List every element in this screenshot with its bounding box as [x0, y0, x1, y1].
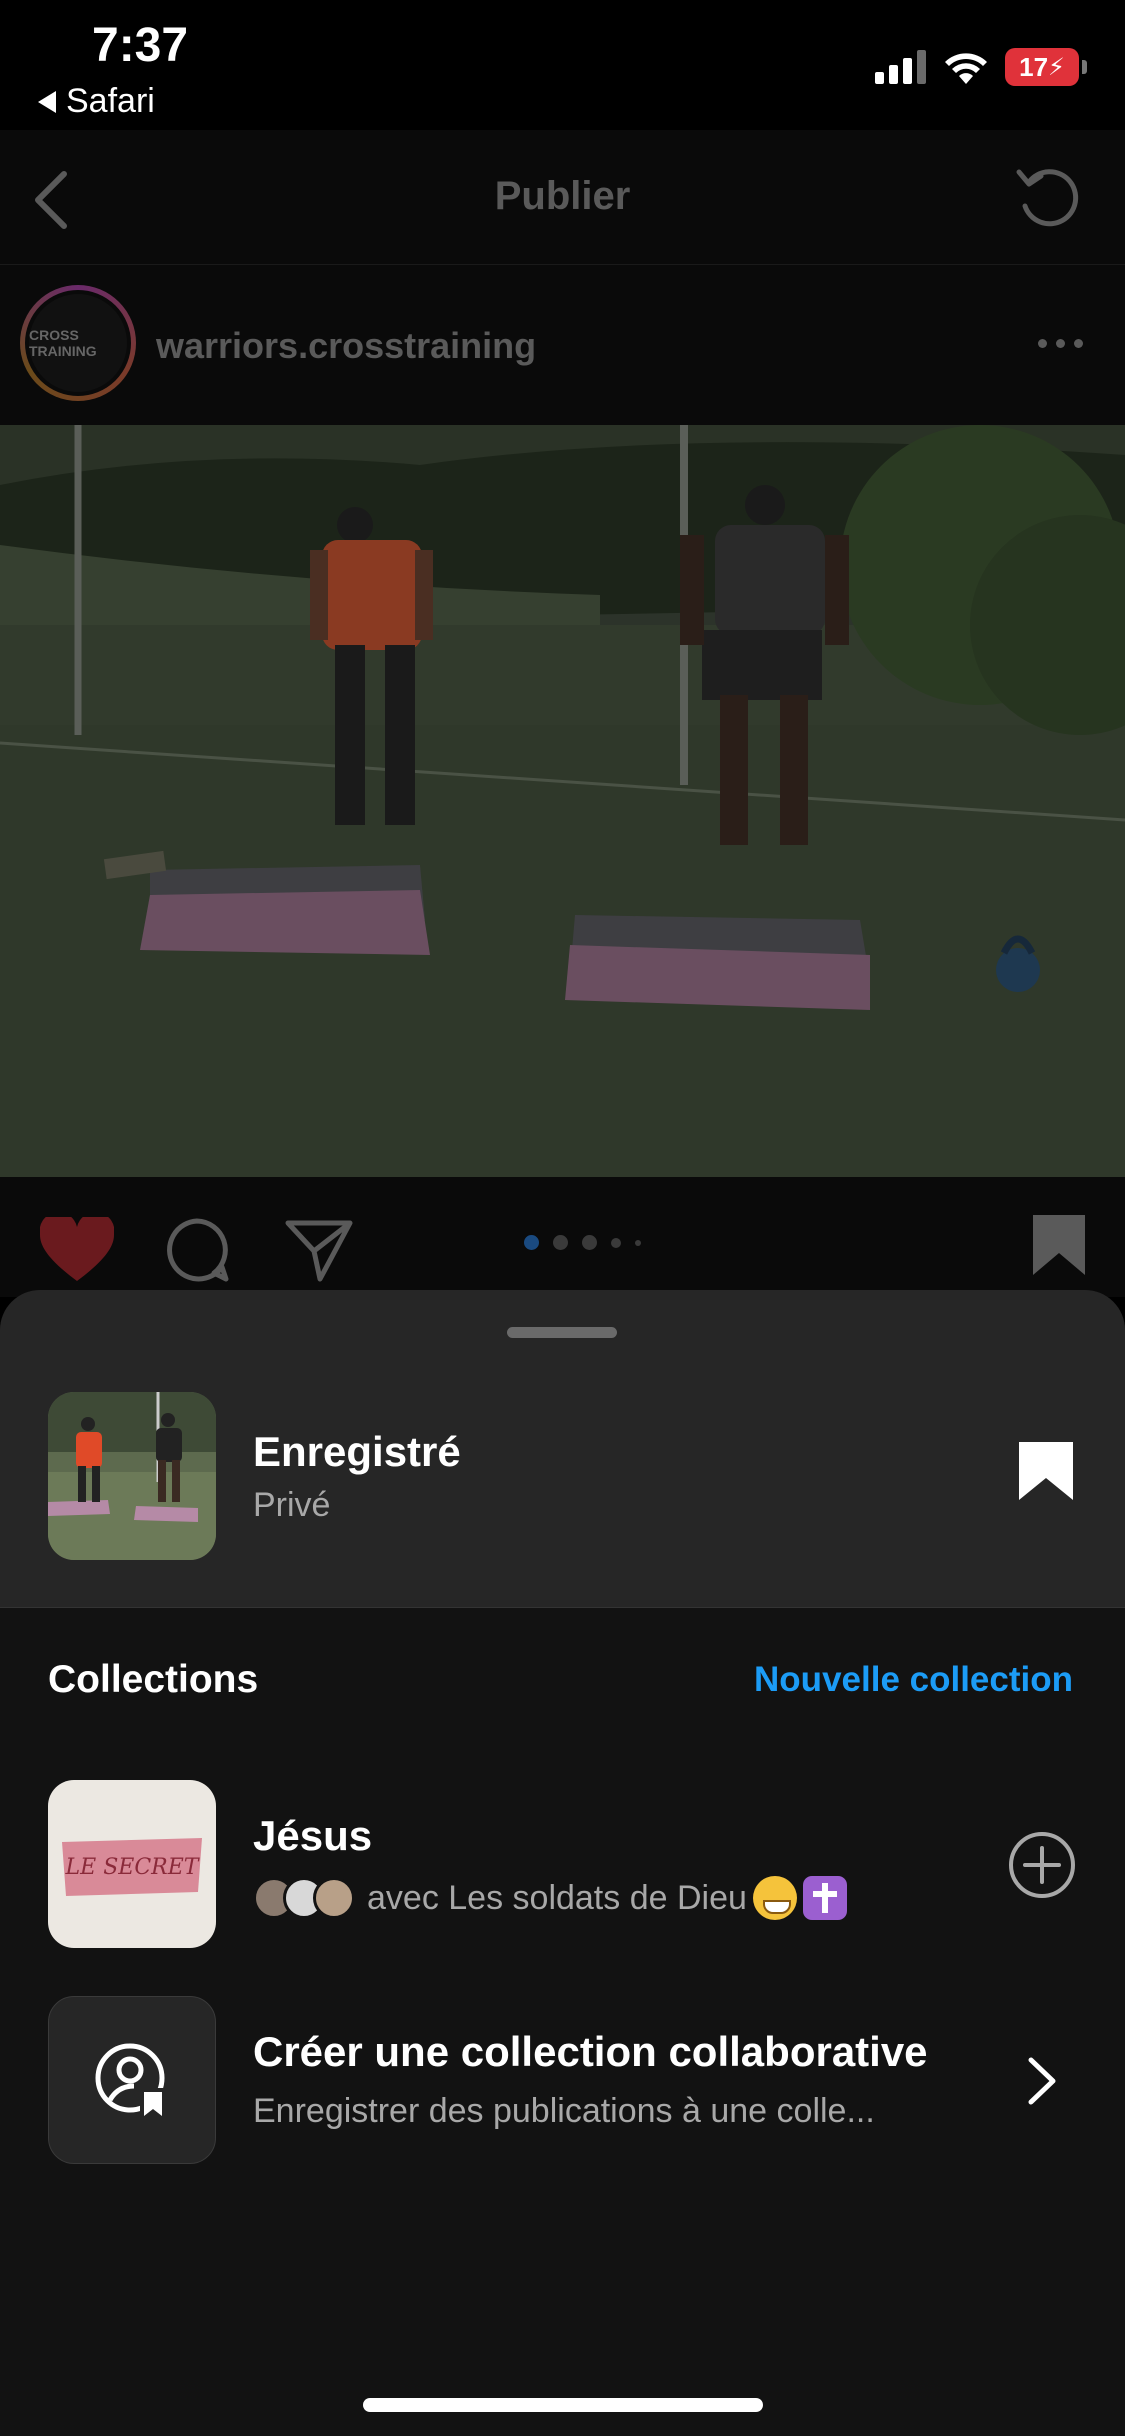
collection-thumb-text: LE SECRET [65, 1855, 201, 1880]
post-header: CROSS TRAINING warriors.crosstraining [0, 265, 1125, 425]
page-title: Publier [494, 174, 631, 218]
carousel-dot-3 [582, 1235, 597, 1250]
home-indicator[interactable] [363, 2398, 763, 2412]
comment-icon[interactable] [162, 1215, 232, 1285]
avatar-logo: CROSS TRAINING [25, 290, 131, 396]
collection-subtitle-line: avec Les soldats de Dieu [253, 1876, 847, 1920]
post-action-bar [0, 1177, 1125, 1297]
carousel-dot-5 [635, 1239, 641, 1246]
chevron-right-icon[interactable] [1025, 2054, 1059, 2108]
back-triangle-icon [38, 90, 56, 113]
collection-row[interactable]: LE SECRET Jésus avec Les soldats de Dieu [0, 1780, 1125, 1950]
charging-bolt-icon: ⚡ [1048, 53, 1065, 81]
collab-subtitle: Enregistrer des publications à une colle… [253, 2092, 875, 2130]
status-time: 7:37 [92, 19, 189, 72]
battery-indicator: 17 ⚡ [1005, 48, 1087, 86]
more-options-icon[interactable] [1038, 339, 1083, 348]
post-photo-scene [0, 425, 1125, 1177]
saved-privacy-label: Privé [253, 1486, 331, 1524]
heart-icon[interactable] [40, 1217, 114, 1283]
person-bookmark-icon [95, 2043, 166, 2118]
collaborator-avatar [313, 1877, 355, 1919]
new-collection-link[interactable]: Nouvelle collection [754, 1660, 1073, 1700]
status-icons: 17 ⚡ [875, 48, 1087, 86]
bookmark-filled-icon[interactable] [1017, 1440, 1075, 1502]
collab-title: Créer une collection collaborative [253, 2028, 928, 2075]
cellular-signal-icon [875, 50, 926, 84]
battery-level: 17 [1019, 51, 1049, 82]
post-username[interactable]: warriors.crosstraining [156, 325, 536, 367]
saved-post-thumbnail [48, 1392, 216, 1560]
wifi-icon [945, 53, 987, 84]
collection-subtitle: avec Les soldats de Dieu [367, 1878, 747, 1917]
carousel-dot-4 [611, 1237, 621, 1248]
back-app-label: Safari [66, 82, 155, 120]
collab-collection-thumbnail [48, 1996, 216, 2164]
cross-emoji-icon [802, 1876, 847, 1920]
carousel-dot-1 [524, 1235, 539, 1250]
create-collab-collection-row[interactable]: Créer une collection collaborative Enreg… [0, 1996, 1125, 2166]
saved-title: Enregistré [253, 1428, 461, 1475]
bookmark-icon[interactable] [1031, 1213, 1087, 1277]
save-sheet: Enregistré Privé Collections Nouvelle co… [0, 1290, 1125, 2436]
collections-header: Collections [48, 1658, 259, 1701]
refresh-icon[interactable] [1013, 162, 1085, 234]
carousel-indicator [524, 1235, 641, 1250]
post-image[interactable] [0, 425, 1125, 1177]
grinning-emoji-icon [752, 1876, 797, 1920]
sheet-grabber[interactable] [507, 1327, 617, 1338]
collection-title: Jésus [253, 1812, 373, 1859]
back-to-app-link[interactable]: Safari [38, 82, 155, 121]
carousel-dot-2 [553, 1235, 568, 1250]
collection-thumbnail: LE SECRET [48, 1780, 216, 1948]
status-bar: 7:37 Safari 17 ⚡ [0, 0, 1125, 130]
nav-header: Publier [0, 130, 1125, 265]
avatar[interactable]: CROSS TRAINING [20, 285, 136, 401]
paper-plane-icon[interactable] [284, 1217, 354, 1283]
collaborator-avatars [253, 1877, 355, 1919]
saved-section: Enregistré Privé [0, 1290, 1125, 1608]
plus-circle-icon[interactable] [1007, 1830, 1077, 1900]
